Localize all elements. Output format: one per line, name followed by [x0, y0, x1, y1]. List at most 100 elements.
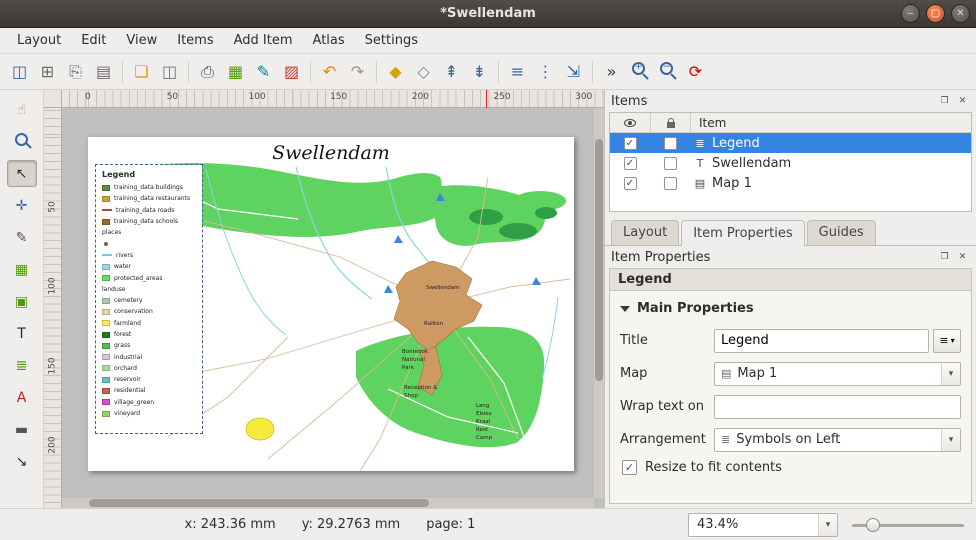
page-indicator: page: 1: [426, 517, 475, 532]
zoom-tool-button[interactable]: [7, 128, 37, 155]
lock-items-button[interactable]: ◆: [382, 58, 409, 85]
items-table: Item ≣ Legend T Swellendam: [609, 112, 972, 212]
visibility-column-eye-icon: [624, 119, 636, 127]
toolbar-separator[interactable]: [310, 61, 311, 83]
vertical-scrollbar[interactable]: [594, 108, 604, 498]
legend-item[interactable]: Legend training_data buildings training_…: [96, 165, 202, 433]
distribute-items-button[interactable]: ⋮: [532, 58, 559, 85]
menu-atlas[interactable]: Atlas: [304, 30, 354, 51]
legend-title-input[interactable]: [714, 329, 929, 353]
legend-swatch-icon: [102, 377, 110, 383]
add-north-arrow-button[interactable]: A: [7, 384, 37, 411]
lock-checkbox[interactable]: [664, 157, 677, 170]
chevron-down-icon[interactable]: ▾: [818, 514, 837, 536]
toolbar-overflow-button[interactable]: »: [598, 58, 625, 85]
new-layout-button[interactable]: ⊞: [34, 58, 61, 85]
wrap-text-input[interactable]: [714, 395, 961, 419]
toolbar-separator[interactable]: [498, 61, 499, 83]
add-map-button[interactable]: ▦: [7, 256, 37, 283]
raise-items-button[interactable]: ⇞: [438, 58, 465, 85]
zoom-slider[interactable]: [852, 513, 964, 537]
toolbar-separator[interactable]: [592, 61, 593, 83]
lock-checkbox[interactable]: [664, 137, 677, 150]
print-button[interactable]: ⎙: [194, 58, 221, 85]
tab-guides[interactable]: Guides: [807, 220, 876, 245]
duplicate-layout-button[interactable]: ⎘: [62, 58, 89, 85]
lower-items-button[interactable]: ⇟: [466, 58, 493, 85]
ruler-horizontal[interactable]: 050100150200250300: [62, 90, 604, 108]
menu-layout[interactable]: Layout: [8, 30, 70, 51]
tab-layout[interactable]: Layout: [611, 220, 679, 245]
legend-entry: places: [102, 227, 198, 238]
zoom-in-button[interactable]: +: [626, 58, 653, 85]
horizontal-scrollbar[interactable]: [62, 498, 594, 508]
map-title-label[interactable]: Swellendam: [88, 142, 574, 164]
resize-to-fit-checkbox[interactable]: [622, 460, 637, 475]
move-item-content-tool-button[interactable]: ✛: [7, 192, 37, 219]
save-project-button[interactable]: ◫: [6, 58, 33, 85]
ruler-vertical[interactable]: 50100150200: [44, 108, 62, 508]
visibility-checkbox[interactable]: [624, 157, 637, 170]
menu-edit[interactable]: Edit: [72, 30, 115, 51]
menu-settings[interactable]: Settings: [356, 30, 427, 51]
menu-items[interactable]: Items: [168, 30, 222, 51]
item-label: Swellendam: [710, 156, 791, 171]
panel-float-icon[interactable]: ❐: [937, 94, 952, 109]
zoom-level-combo[interactable]: 43.4% ▾: [688, 513, 838, 537]
menu-add-item[interactable]: Add Item: [225, 30, 302, 51]
slider-thumb[interactable]: [866, 518, 880, 532]
add-label-button[interactable]: T: [7, 320, 37, 347]
titlebar: *Swellendam –▢✕: [0, 0, 976, 28]
resize-items-button[interactable]: ⇲: [560, 58, 587, 85]
item-row-map1[interactable]: ▤ Map 1: [610, 173, 971, 193]
chevron-down-icon[interactable]: ▾: [941, 363, 960, 385]
select-move-item-tool-button[interactable]: ↖: [7, 160, 37, 187]
toolbar-separator[interactable]: [188, 61, 189, 83]
unlock-items-button[interactable]: ◇: [410, 58, 437, 85]
panel-close-icon[interactable]: ✕: [955, 250, 970, 265]
undo-button[interactable]: ↶: [316, 58, 343, 85]
pan-tool-button[interactable]: ☝: [7, 96, 37, 123]
layout-manager-button[interactable]: ▤: [90, 58, 117, 85]
zoom-out-button[interactable]: −: [654, 58, 681, 85]
item-label: Map 1: [710, 176, 752, 191]
maximize-button[interactable]: ▢: [926, 4, 945, 23]
layout-canvas[interactable]: Swellendam Railton Bontebok National Par…: [62, 108, 594, 498]
save-layout-button[interactable]: ◫: [156, 58, 183, 85]
close-button[interactable]: ✕: [951, 4, 970, 23]
align-items-button[interactable]: ≡: [504, 58, 531, 85]
open-layout-button[interactable]: ❏: [128, 58, 155, 85]
data-defined-override-button[interactable]: ≡ ▾: [933, 329, 961, 353]
add-scalebar-button[interactable]: ▬: [7, 416, 37, 443]
main-properties-section[interactable]: Main Properties: [620, 301, 961, 316]
toolbar-separator[interactable]: [376, 61, 377, 83]
scrollbar-thumb[interactable]: [595, 139, 603, 381]
lock-checkbox[interactable]: [664, 177, 677, 190]
scrollbar-thumb[interactable]: [89, 499, 429, 507]
toolbar-separator[interactable]: [122, 61, 123, 83]
yellow-ellipse-item[interactable]: [246, 418, 274, 440]
visibility-checkbox[interactable]: [624, 177, 637, 190]
add-arrow-button[interactable]: ↘: [7, 448, 37, 475]
cursor-y-value: y: 29.2763 mm: [302, 517, 400, 532]
add-picture-button[interactable]: ▣: [7, 288, 37, 315]
panel-float-icon[interactable]: ❐: [937, 250, 952, 265]
map-combo[interactable]: ▤ Map 1 ▾: [714, 362, 961, 386]
arrangement-combo[interactable]: ≣ Symbols on Left ▾: [714, 428, 961, 452]
redo-button[interactable]: ↷: [344, 58, 371, 85]
edit-nodes-tool-button[interactable]: ✎: [7, 224, 37, 251]
layout-canvas-area[interactable]: 050100150200250300 50100150200: [44, 90, 604, 508]
add-legend-button[interactable]: ≣: [7, 352, 37, 379]
menu-view[interactable]: View: [117, 30, 166, 51]
chevron-down-icon[interactable]: ▾: [941, 429, 960, 451]
item-row-legend[interactable]: ≣ Legend: [610, 133, 971, 153]
refresh-view-button[interactable]: ⟳: [682, 58, 709, 85]
export-pdf-button[interactable]: ▨: [278, 58, 305, 85]
panel-close-icon[interactable]: ✕: [955, 94, 970, 109]
tab-item-properties[interactable]: Item Properties: [681, 220, 804, 246]
minimize-button[interactable]: –: [901, 4, 920, 23]
item-row-swellendam[interactable]: T Swellendam: [610, 153, 971, 173]
export-image-button[interactable]: ▦: [222, 58, 249, 85]
export-svg-button[interactable]: ✎: [250, 58, 277, 85]
visibility-checkbox[interactable]: [624, 137, 637, 150]
